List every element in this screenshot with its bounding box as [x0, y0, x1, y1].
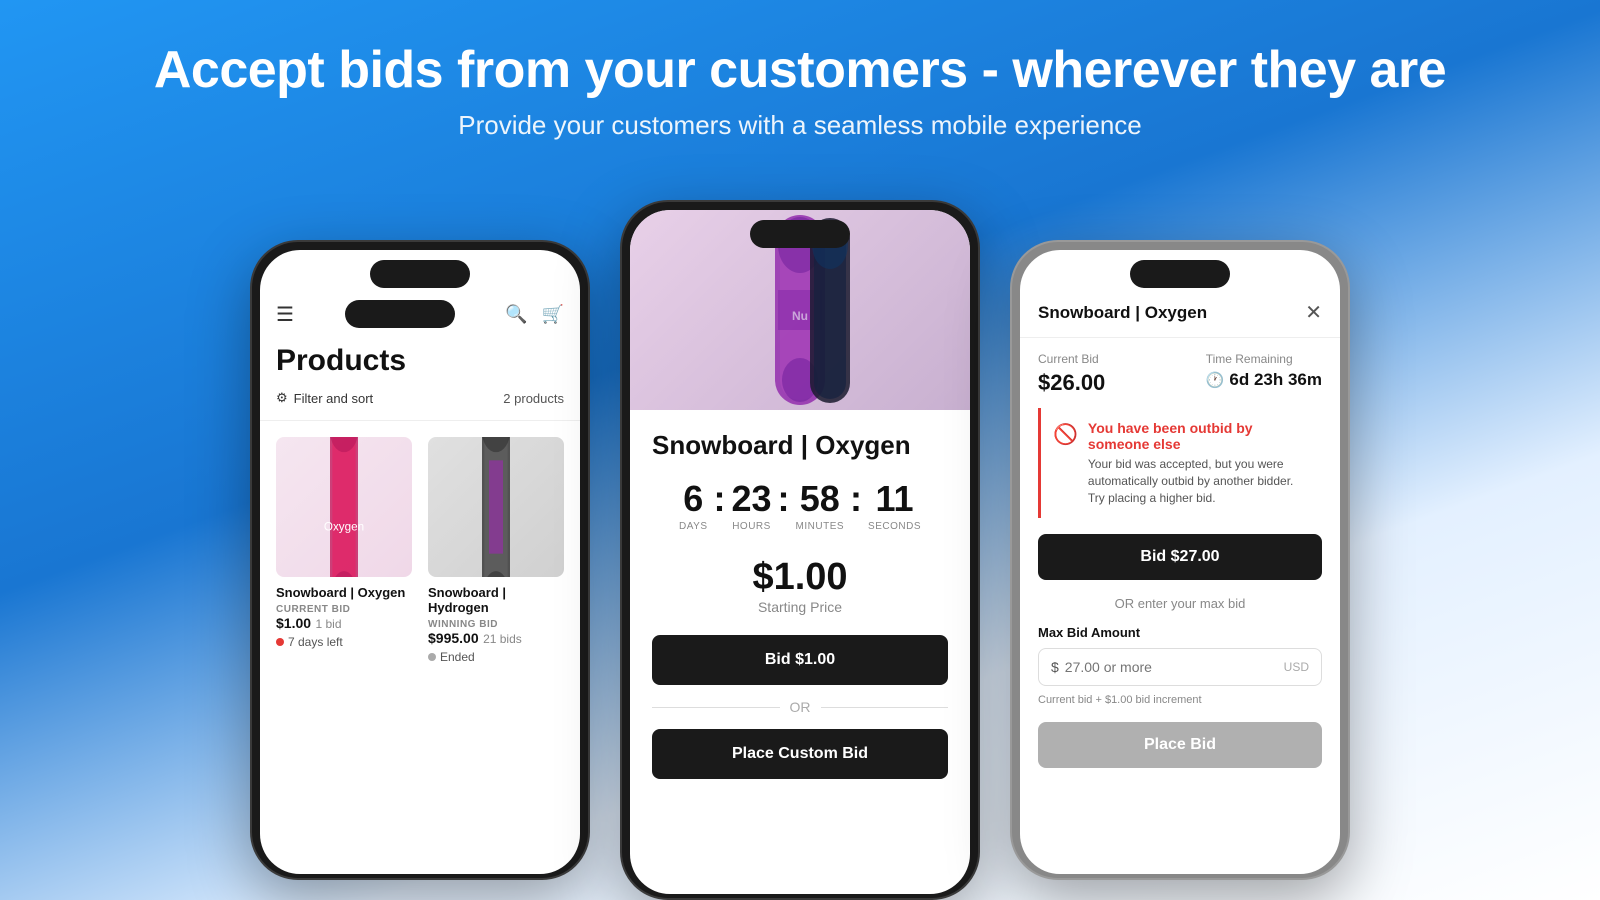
filter-icon: ⚙	[276, 390, 288, 406]
product-image-1: Oxygen	[276, 437, 412, 577]
product-name-2: Snowboard | Hydrogen	[428, 585, 564, 615]
topbar-icons: 🔍 🛒	[505, 304, 564, 325]
left-content: ☰ 🔍 🛒 Products ⚙ Filter and sort 2 produ…	[260, 250, 580, 680]
dynamic-island-right	[1130, 260, 1230, 288]
time-remaining-text: 6d 23h 36m	[1229, 370, 1322, 390]
countdown-hours: 23 HOURS	[732, 481, 772, 532]
countdown-minutes: 58 MINUTES	[796, 481, 845, 532]
countdown-days-num: 6	[683, 481, 703, 517]
sep2: :	[778, 481, 790, 517]
product-price-row-1: $1.00 1 bid	[276, 615, 412, 633]
or-divider-center: OR	[652, 699, 948, 715]
max-bid-section: Max Bid Amount $ USD Current bid + $1.00…	[1020, 625, 1340, 768]
product-status-text-1: 7 days left	[288, 635, 343, 649]
dollar-sign: $	[1051, 659, 1059, 675]
center-product-title: Snowboard | Oxygen	[652, 430, 948, 461]
topbar-pill	[345, 300, 455, 328]
phones-container: ☰ 🔍 🛒 Products ⚙ Filter and sort 2 produ…	[0, 180, 1600, 900]
clock-icon: 🕐	[1206, 371, 1225, 389]
product-card-1[interactable]: Oxygen Snowboard | Oxygen CURRENT BID $1…	[276, 437, 412, 664]
phone-left: ☰ 🔍 🛒 Products ⚙ Filter and sort 2 produ…	[250, 240, 590, 880]
product-status-1: 7 days left	[276, 635, 412, 649]
products-count: 2 products	[503, 391, 564, 406]
product-name-1: Snowboard | Oxygen	[276, 585, 412, 600]
bid-increment-note: Current bid + $1.00 bid increment	[1038, 694, 1322, 706]
product-bid-label-1: CURRENT BID	[276, 604, 412, 615]
modal-title: Snowboard | Oxygen	[1038, 303, 1207, 323]
product-status-text-2: Ended	[440, 650, 475, 664]
max-bid-label: Max Bid Amount	[1038, 625, 1322, 640]
svg-text:Oxygen: Oxygen	[324, 520, 364, 533]
product-bid-count-1: 1 bid	[316, 617, 342, 631]
sep1: :	[714, 481, 726, 517]
countdown-seconds-num: 11	[875, 481, 913, 517]
custom-bid-button[interactable]: Place Custom Bid	[652, 729, 948, 779]
products-title: Products	[260, 336, 580, 390]
product-image-2	[428, 437, 564, 577]
product-bid-label-2: WINNING BID	[428, 619, 564, 630]
header-subtitle: Provide your customers with a seamless m…	[20, 110, 1580, 141]
dynamic-island-left	[370, 260, 470, 288]
phone-left-screen: ☰ 🔍 🛒 Products ⚙ Filter and sort 2 produ…	[260, 250, 580, 874]
header-title: Accept bids from your customers - wherev…	[20, 40, 1580, 100]
hamburger-icon[interactable]: ☰	[276, 302, 294, 327]
product-card-2[interactable]: Snowboard | Hydrogen WINNING BID $995.00…	[428, 437, 564, 664]
filter-row: ⚙ Filter and sort 2 products	[260, 390, 580, 421]
countdown-seconds: 11 SECONDS	[868, 481, 921, 532]
current-bid-block: Current Bid $26.00	[1038, 352, 1105, 396]
max-bid-input-wrap[interactable]: $ USD	[1038, 648, 1322, 686]
sep3: :	[850, 481, 862, 517]
countdown-minutes-label: MINUTES	[796, 521, 845, 532]
countdown-hours-num: 23	[732, 481, 772, 517]
search-icon[interactable]: 🔍	[505, 304, 527, 325]
countdown-hours-label: HOURS	[732, 521, 771, 532]
time-remaining-label: Time Remaining	[1206, 352, 1322, 366]
snowboard-svg-1: Oxygen	[309, 437, 379, 577]
countdown-days-label: DAYS	[679, 521, 708, 532]
product-status-2: Ended	[428, 650, 564, 664]
starting-price-label: Starting Price	[652, 599, 948, 615]
product-price-2: $995.00	[428, 630, 479, 646]
outbid-icon: 🚫	[1053, 422, 1078, 506]
outbid-text: Your bid was accepted, but you were auto…	[1088, 456, 1310, 506]
phone-center-screen: Nu Snowboard | Oxygen 6 DAYS :	[630, 210, 970, 894]
snowboard-svg-2	[461, 437, 531, 577]
products-grid: Oxygen Snowboard | Oxygen CURRENT BID $1…	[260, 421, 580, 680]
status-dot-gray-2	[428, 653, 436, 661]
starting-price-amount: $1.00	[652, 556, 948, 599]
phone-right: Snowboard | Oxygen ✕ Current Bid $26.00 …	[1010, 240, 1350, 880]
countdown-seconds-label: SECONDS	[868, 521, 921, 532]
header-section: Accept bids from your customers - wherev…	[0, 0, 1600, 161]
product-price-row-2: $995.00 21 bids	[428, 630, 564, 648]
current-bid-label: Current Bid	[1038, 352, 1105, 366]
bid-amount-button[interactable]: Bid $27.00	[1038, 534, 1322, 580]
place-bid-button[interactable]: Place Bid	[1038, 722, 1322, 768]
filter-button[interactable]: ⚙ Filter and sort	[276, 390, 373, 406]
center-content-body: Snowboard | Oxygen 6 DAYS : 23 HOURS : 5…	[630, 410, 970, 799]
countdown: 6 DAYS : 23 HOURS : 58 MINUTES :	[652, 481, 948, 532]
close-button[interactable]: ✕	[1305, 300, 1322, 325]
status-dot-red-1	[276, 638, 284, 646]
bid-button-center[interactable]: Bid $1.00	[652, 635, 948, 685]
time-remaining-block: Time Remaining 🕐 6d 23h 36m	[1206, 352, 1322, 396]
countdown-days: 6 DAYS	[679, 481, 708, 532]
filter-label: Filter and sort	[294, 391, 373, 406]
or-max-bid-text: OR enter your max bid	[1020, 596, 1340, 611]
bid-info-row: Current Bid $26.00 Time Remaining 🕐 6d 2…	[1020, 338, 1340, 408]
outbid-title: You have been outbid by someone else	[1088, 420, 1310, 452]
countdown-minutes-num: 58	[800, 481, 840, 517]
cart-icon[interactable]: 🛒	[542, 304, 564, 325]
usd-label: USD	[1284, 660, 1309, 674]
product-bid-count-2: 21 bids	[483, 632, 522, 646]
phone-center: Nu Snowboard | Oxygen 6 DAYS :	[620, 200, 980, 900]
current-bid-value: $26.00	[1038, 370, 1105, 396]
outbid-content: You have been outbid by someone else You…	[1088, 420, 1310, 506]
or-text-center: OR	[790, 699, 811, 715]
dynamic-island-center	[750, 220, 850, 248]
max-bid-input[interactable]	[1065, 659, 1278, 675]
outbid-alert: 🚫 You have been outbid by someone else Y…	[1038, 408, 1322, 518]
product-price-1: $1.00	[276, 615, 311, 631]
phone-right-screen: Snowboard | Oxygen ✕ Current Bid $26.00 …	[1020, 250, 1340, 874]
time-remaining-value: 🕐 6d 23h 36m	[1206, 370, 1322, 390]
